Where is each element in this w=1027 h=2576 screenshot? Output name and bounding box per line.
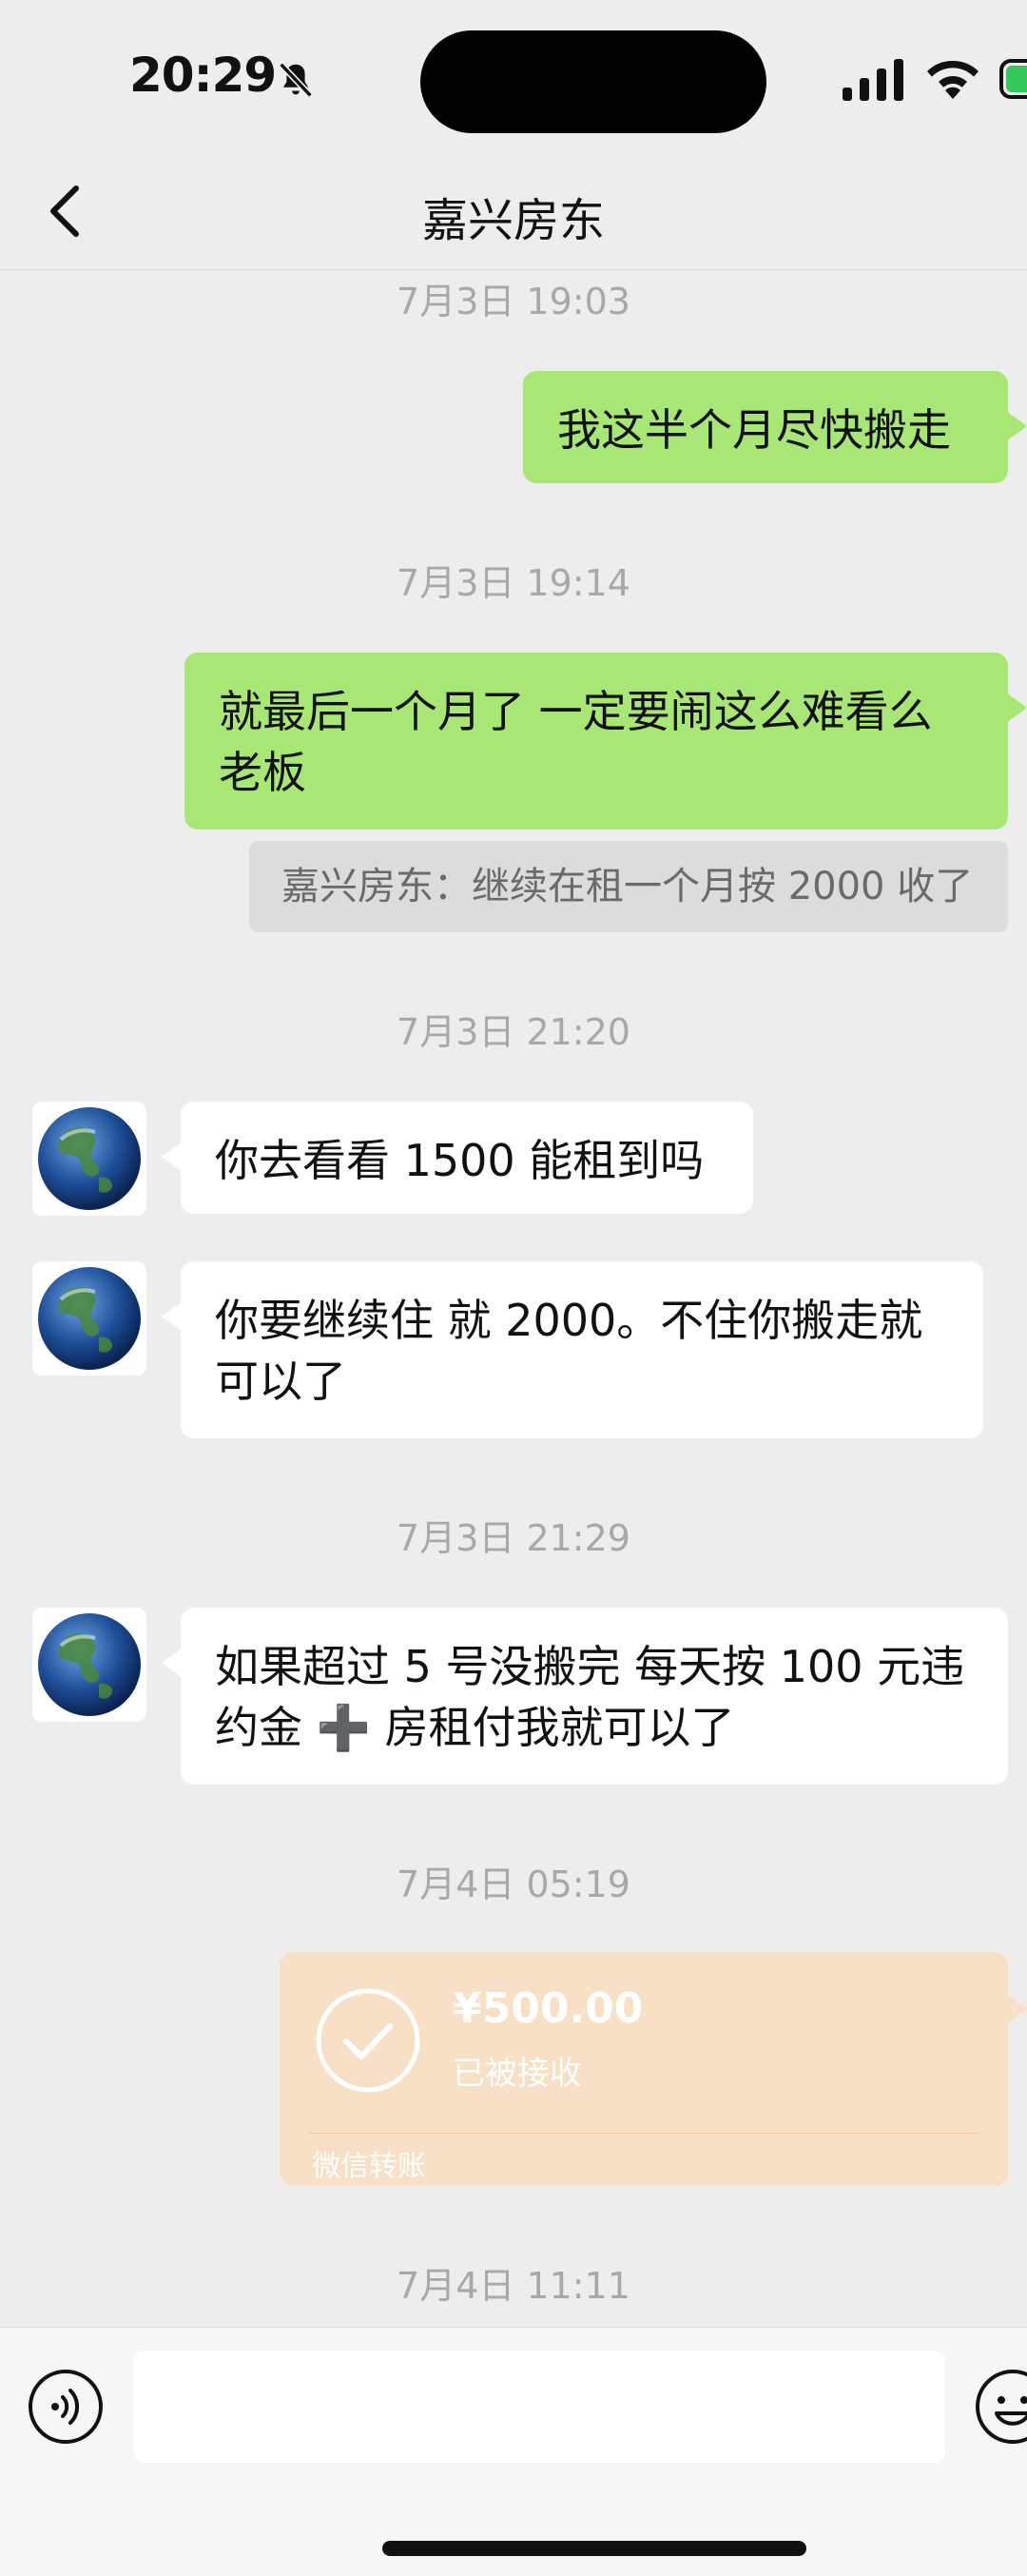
message-bubble-received[interactable]: 你去看看 1500 能租到吗 — [162, 1102, 753, 1214]
bubble-tail — [1006, 1994, 1027, 2024]
message-text: 如果超过 5 号没搬完 每天按 100 元违约金 ➕ 房租付我就可以了 — [215, 1641, 965, 1753]
bubble-tail — [162, 1648, 183, 1678]
message-text: 我这半个月尽快搬走 — [557, 404, 951, 456]
quoted-message[interactable]: 嘉兴房东：继续在租一个月按 2000 收了 — [249, 841, 1008, 932]
message-bubble-sent[interactable]: 我这半个月尽快搬走 — [523, 371, 1027, 483]
timestamp: 7月3日 21:20 — [397, 1011, 630, 1053]
home-indicator[interactable] — [382, 2541, 806, 2556]
timestamp: 7月3日 21:29 — [397, 1517, 630, 1559]
timestamp: 7月3日 19:14 — [397, 562, 630, 604]
chat-title: 嘉兴房东 — [421, 194, 605, 247]
timestamp: 7月4日 05:19 — [397, 1864, 630, 1905]
contact-avatar[interactable] — [32, 1261, 146, 1376]
check-circle-icon — [316, 1988, 420, 2093]
voice-icon[interactable] — [27, 2368, 105, 2446]
battery-icon — [999, 59, 1027, 99]
status-bar: 20:29 — [0, 0, 1027, 152]
contact-avatar[interactable] — [32, 1608, 146, 1722]
transfer-amount: ¥500.00 — [453, 1984, 644, 2033]
message-text: 就最后一个月了 一定要闹这么难看么老板 — [219, 686, 933, 798]
emoji-icon[interactable] — [974, 2368, 1027, 2446]
transfer-label: 微信转账 — [312, 2150, 426, 2183]
globe-avatar-icon — [38, 1613, 141, 1716]
status-time: 20:29 — [129, 48, 277, 103]
globe-avatar-icon — [38, 1267, 141, 1370]
bubble-tail — [162, 1142, 183, 1172]
message-bubble-received[interactable]: 你要继续住 就 2000。不住你搬走就可以了 — [162, 1261, 983, 1438]
contact-avatar[interactable] — [32, 1102, 146, 1216]
message-input[interactable] — [133, 2351, 945, 2463]
bell-slash-icon — [279, 62, 313, 98]
bubble-tail — [1006, 411, 1027, 441]
wechat-transfer-card[interactable]: ¥500.00 已被接收 微信转账 — [280, 1952, 1027, 2186]
message-bubble-received[interactable]: 如果超过 5 号没搬完 每天按 100 元违约金 ➕ 房租付我就可以了 — [162, 1608, 1008, 1785]
bubble-tail — [1006, 693, 1027, 723]
signal-icon — [843, 59, 903, 101]
message-bubble-sent[interactable]: 就最后一个月了 一定要闹这么难看么老板 — [184, 653, 1027, 829]
timestamp: 7月3日 19:03 — [397, 281, 630, 322]
message-text: 你要继续住 就 2000。不住你搬走就可以了 — [215, 1295, 923, 1407]
globe-avatar-icon — [38, 1107, 141, 1210]
nav-bar: 嘉兴房东 — [0, 152, 1027, 270]
message-text: 你去看看 1500 能租到吗 — [215, 1135, 705, 1186]
timestamp: 7月4日 11:11 — [397, 2265, 630, 2307]
wifi-icon — [927, 60, 979, 99]
transfer-status: 已被接收 — [453, 2055, 582, 2093]
dynamic-island — [420, 30, 766, 133]
input-bar — [0, 2327, 1027, 2576]
divider — [308, 2133, 979, 2134]
bubble-tail — [162, 1301, 183, 1332]
